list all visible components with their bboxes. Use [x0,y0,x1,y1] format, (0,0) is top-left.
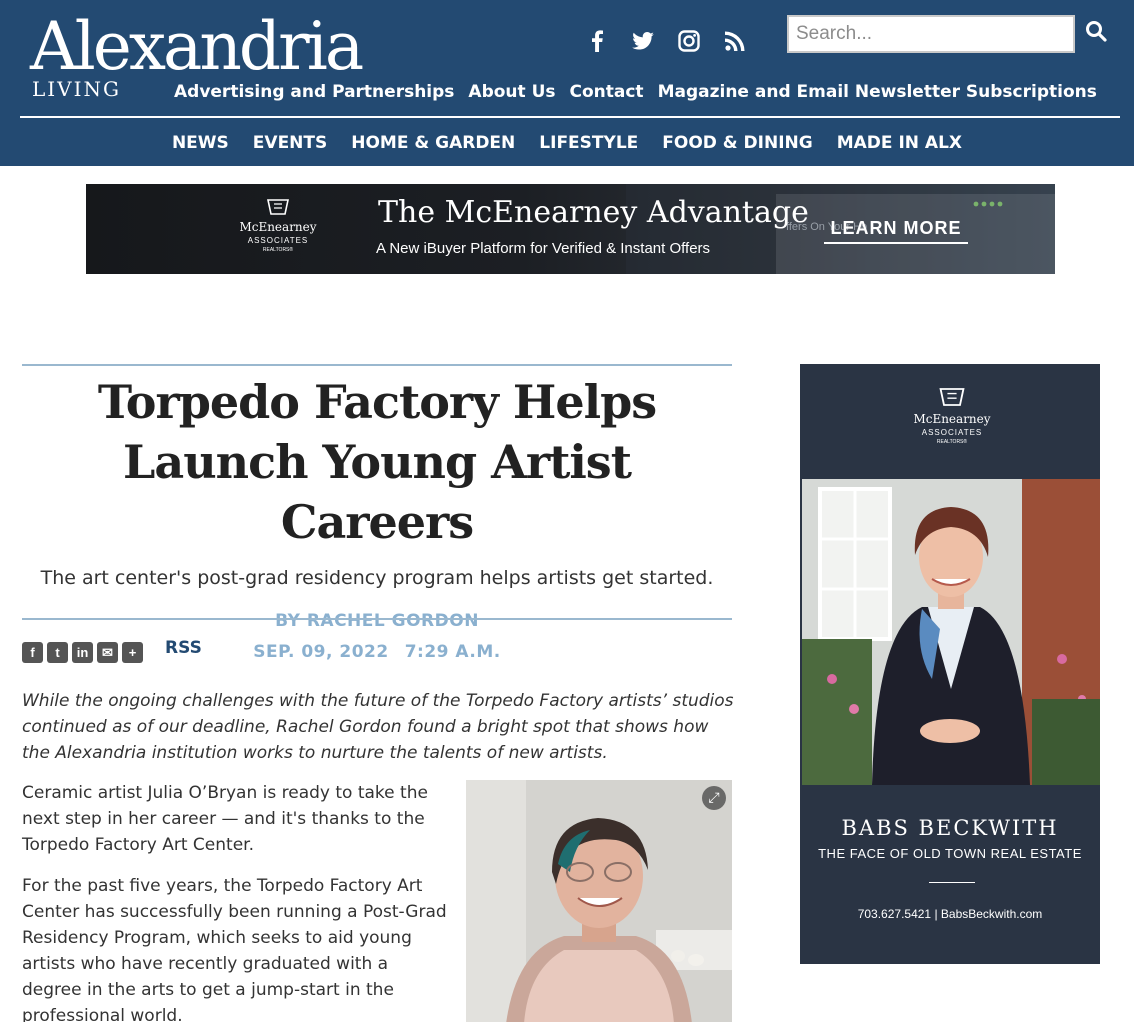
twitter-icon[interactable] [630,28,656,54]
nav-events[interactable]: EVENTS [253,130,327,156]
logo-wordmark: Alexandria [30,8,364,85]
side-ad-brand-logo: McEnearney ASSOCIATES REALTORS® [910,386,994,452]
sidebar-ad[interactable]: McEnearney ASSOCIATES REALTORS® BABS BEC… [800,364,1100,964]
twitter-share-icon[interactable]: t [47,642,68,663]
article-body: Ceramic artist Julia O’Bryan is ready to… [22,780,452,1022]
keystone-icon [939,388,965,406]
rss-icon[interactable] [722,28,748,54]
rss-link[interactable]: RSS [165,638,202,658]
article-paragraph: For the past five years, the Torpedo Fac… [22,876,447,1022]
nav-made-in-alx[interactable]: MADE IN ALX [837,130,962,156]
share-buttons: f t in ✉ + [22,642,143,663]
side-ad-brand-assoc: ASSOCIATES [921,428,983,437]
search-icon[interactable] [1085,20,1111,46]
nav-advertising-link[interactable]: Advertising and Partnerships [174,80,454,104]
article-photo[interactable]: ⤢ [466,780,732,1022]
article-date: SEP. 09, 2022 [253,642,389,662]
side-ad-photo [802,479,1100,785]
main-nav: NEWS EVENTS HOME & GARDEN LIFESTYLE FOOD… [0,130,1134,156]
instagram-icon[interactable] [676,28,702,54]
nav-contact-link[interactable]: Contact [570,80,644,104]
linkedin-share-icon[interactable]: in [72,642,93,663]
ad-brand-realtors: REALTORS® [262,247,294,253]
site-logo[interactable]: Alexandria LIVING [30,8,364,101]
expand-icon[interactable]: ⤢ [702,786,726,810]
nav-about-link[interactable]: About Us [468,80,555,104]
nav-lifestyle[interactable]: LIFESTYLE [539,130,638,156]
article-title: Torpedo Factory Helps Launch Young Artis… [97,375,657,549]
ad-brand-assoc: ASSOCIATES [247,236,309,245]
ad-brand-name: McEnearney [239,220,317,234]
article-dek: The art center's post-grad residency pro… [40,567,714,589]
article-byline[interactable]: BY RACHEL GORDON [22,610,732,632]
side-ad-divider [929,882,975,883]
realtor-portrait-image [802,479,1100,785]
email-share-icon[interactable]: ✉ [97,642,118,663]
side-ad-contact[interactable]: 703.627.5421 | BabsBeckwith.com [800,907,1100,921]
utility-nav: Advertising and Partnerships About Us Co… [174,80,1097,104]
artist-portrait-image [466,780,732,1022]
header-divider [20,116,1120,118]
more-share-icon[interactable]: + [122,642,143,663]
facebook-icon[interactable] [584,28,610,54]
article-top-rule [22,364,732,366]
ad-learn-more-button[interactable]: LEARN MORE [824,216,968,244]
article-time: 7:29 A.M. [404,642,501,662]
article-paragraph: Ceramic artist Julia O’Bryan is ready to… [22,783,428,855]
ad-brand-logo: McEnearney ASSOCIATES REALTORS® [236,198,320,262]
side-ad-tagline: THE FACE OF OLD TOWN REAL ESTATE [818,846,1082,861]
nav-home-garden[interactable]: HOME & GARDEN [351,130,515,156]
side-ad-name: BABS BECKWITH [841,816,1059,840]
top-banner-ad[interactable]: ffers On Your Ho McEnearney ASSOCIATES R… [86,184,1055,274]
ad-subhead: A New iBuyer Platform for Verified & Ins… [376,240,711,257]
site-header: Alexandria LIVING Advertising and Partne… [0,0,1134,166]
side-ad-brand-realtors: REALTORS® [936,439,968,445]
article-bottom-rule [22,618,732,620]
nav-news[interactable]: NEWS [172,130,229,156]
nav-food-dining[interactable]: FOOD & DINING [662,130,812,156]
article: Torpedo Factory Helps Launch Young Artis… [22,364,734,1022]
side-ad-brand-name: McEnearney [913,412,991,426]
ad-headline: The McEnearney Advantage [378,195,809,230]
search-input[interactable] [787,15,1075,53]
social-links [584,28,748,54]
logo-subtitle: LIVING [32,77,122,101]
keystone-icon [267,199,289,215]
article-intro: While the ongoing challenges with the fu… [22,691,734,763]
nav-subscriptions-link[interactable]: Magazine and Email Newsletter Subscripti… [658,80,1097,104]
facebook-share-icon[interactable]: f [22,642,43,663]
